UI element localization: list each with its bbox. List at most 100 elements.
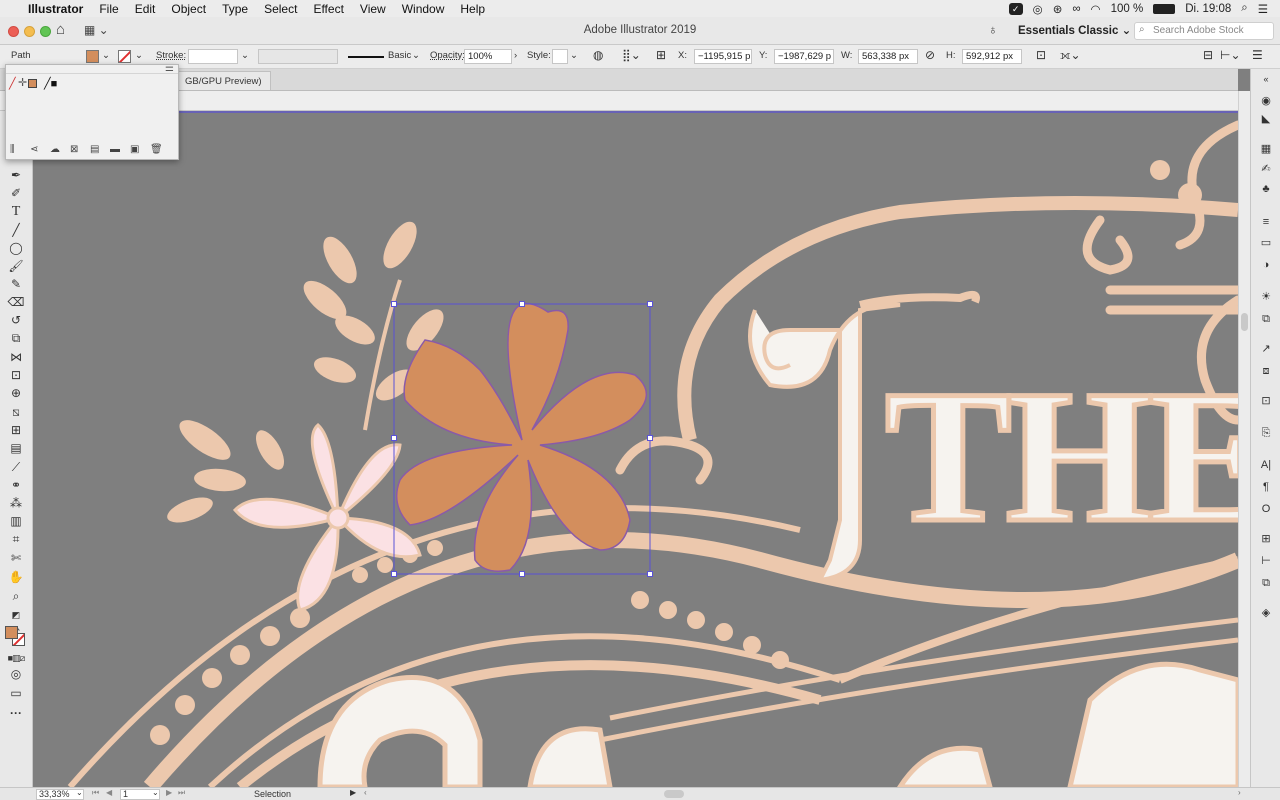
brush-library-arrow-icon[interactable]: ⋖ xyxy=(30,144,38,155)
style-dropdown-icon[interactable]: ⌄ xyxy=(570,50,578,61)
perspective-grid-tool-icon[interactable]: ⧅ xyxy=(7,404,25,420)
expand-dock-icon[interactable]: « xyxy=(1258,71,1274,87)
brush-options-icon[interactable]: ▤ xyxy=(90,144,99,155)
constrain-proportions-icon[interactable]: ⊘ xyxy=(925,48,935,62)
style-label[interactable]: Style: xyxy=(527,50,551,61)
current-tool-display[interactable]: Selection xyxy=(254,789,291,799)
width-field[interactable]: 563,338 px xyxy=(858,49,918,64)
stroke-label[interactable]: Stroke: xyxy=(156,50,186,61)
paintbrush-tool-icon[interactable]: 🖌 xyxy=(7,258,25,274)
paragraph-icon[interactable]: ¶ xyxy=(1258,479,1274,495)
default-fill-stroke-icon[interactable]: ◩ ↶ xyxy=(7,607,25,636)
brush-none-icon[interactable]: ╱ xyxy=(9,77,16,90)
stroke-weight-field[interactable] xyxy=(188,49,238,64)
menu-select[interactable]: Select xyxy=(256,2,305,16)
eraser-tool-icon[interactable]: ⌫ xyxy=(7,294,25,310)
first-artboard-icon[interactable]: ⏮ xyxy=(92,788,99,798)
transform-panel-icon[interactable]: ⊡ xyxy=(1258,393,1274,409)
creative-cloud-icon[interactable]: ◎ xyxy=(1033,2,1043,16)
scroll-left-icon[interactable]: ‹ xyxy=(364,788,367,797)
delete-brush-icon[interactable]: 🗑 xyxy=(150,144,163,155)
horizontal-ruler[interactable] xyxy=(0,91,1238,111)
panel-arrange-icon[interactable]: ⊟ xyxy=(1203,48,1213,62)
stroke-weight-dropdown-icon[interactable]: ⌄ xyxy=(241,50,249,61)
checkmark-status-icon[interactable]: ✓ xyxy=(1008,2,1023,15)
y-label[interactable]: Y: xyxy=(759,50,767,61)
new-folder-icon[interactable]: ▬ xyxy=(110,144,120,155)
align-dock-icon[interactable]: ⊢ xyxy=(1258,553,1274,569)
recolor-artwork-icon[interactable]: ◍ xyxy=(593,48,603,62)
remove-brush-stroke-icon[interactable]: ⊠ xyxy=(70,144,78,155)
notification-center-icon[interactable]: ☰ xyxy=(1258,2,1268,16)
opentype-icon[interactable]: O xyxy=(1258,501,1274,517)
previous-artboard-icon[interactable]: ◀ xyxy=(106,788,112,797)
stroke-swatch[interactable] xyxy=(118,50,131,63)
line-tool-icon[interactable]: ╱ xyxy=(7,222,25,238)
spotlight-icon[interactable]: ⌕ xyxy=(1241,2,1247,15)
last-artboard-icon[interactable]: ⏭ xyxy=(178,788,185,798)
vertical-scrollbar[interactable] xyxy=(1238,91,1250,787)
next-artboard-icon[interactable]: ▶ xyxy=(166,788,172,797)
brush-blob-icon[interactable]: ✛ xyxy=(18,76,27,89)
brushes-icon[interactable]: ✍ xyxy=(1258,161,1274,177)
horizontal-scroll-thumb[interactable] xyxy=(664,790,684,798)
type-tool-icon[interactable]: T xyxy=(7,204,25,220)
shaper-tool-icon[interactable]: ✎ xyxy=(7,276,25,292)
menu-edit[interactable]: Edit xyxy=(127,2,164,16)
symbol-sprayer-tool-icon[interactable]: ⁂ xyxy=(7,495,25,511)
reference-point-icon[interactable]: ⊞ xyxy=(656,48,666,62)
gradient-icon[interactable]: ▭ xyxy=(1258,235,1274,251)
wifi-icon[interactable]: ◠ xyxy=(1091,2,1101,16)
rotate-tool-icon[interactable]: ↺ xyxy=(7,312,25,328)
vertical-scroll-thumb[interactable] xyxy=(1241,313,1248,331)
scale-tool-icon[interactable]: ⧉ xyxy=(7,330,25,346)
stroke-panel-icon[interactable]: ≡ xyxy=(1258,214,1274,230)
width-tool-icon[interactable]: ⋈ xyxy=(7,349,25,365)
app-menu[interactable]: Illustrator xyxy=(20,2,91,16)
swatches-icon[interactable]: ▦ xyxy=(1258,141,1274,157)
fill-swatch[interactable] xyxy=(86,50,99,63)
pen-tool-icon[interactable]: ✒ xyxy=(7,167,25,183)
menu-type[interactable]: Type xyxy=(214,2,256,16)
link-icon[interactable]: ∞ xyxy=(1072,3,1080,15)
pathfinder-icon[interactable]: ⧉ xyxy=(1258,575,1274,591)
menu-view[interactable]: View xyxy=(352,2,394,16)
fill-color-box[interactable] xyxy=(5,626,18,639)
menu-file[interactable]: File xyxy=(91,2,126,16)
color-guide-icon[interactable]: ◉ xyxy=(1258,93,1274,109)
screen-mode-icon[interactable]: ▭ xyxy=(7,685,25,701)
opacity-label[interactable]: Opacity: xyxy=(430,50,465,61)
column-graph-tool-icon[interactable]: ▥ xyxy=(7,513,25,529)
character-icon[interactable]: A| xyxy=(1258,457,1274,473)
y-position-field[interactable]: −1987,629 p xyxy=(774,49,834,64)
status-menu-icon[interactable]: ▶ xyxy=(350,788,356,797)
gradient-tool-icon[interactable]: ▤ xyxy=(7,440,25,456)
transform-icon[interactable]: ⊡ xyxy=(1036,48,1046,62)
brush-fill-swatch[interactable] xyxy=(28,79,37,88)
curvature-tool-icon[interactable]: ✐ xyxy=(7,185,25,201)
menu-object[interactable]: Object xyxy=(163,2,214,16)
export-icon[interactable]: ↗ xyxy=(1258,341,1274,357)
transparency-icon[interactable]: ◑ xyxy=(1258,257,1274,273)
mesh-tool-icon[interactable]: ⊞ xyxy=(7,422,25,438)
artboard-dropdown-icon[interactable]: ⌄ xyxy=(152,788,159,797)
artboard-canvas[interactable]: THE xyxy=(33,111,1238,787)
workspace-switcher[interactable]: Essentials Classic ⌄ xyxy=(1010,21,1139,41)
control-panel-menu-icon[interactable]: ☰ xyxy=(1252,48,1263,62)
cloud-library-icon[interactable]: ☁ xyxy=(50,144,60,155)
isolate-icon[interactable]: ⟗⌄ xyxy=(1060,48,1081,63)
align-icon[interactable]: ⣿⌄ xyxy=(622,48,641,62)
gradient-panel-icon[interactable]: ◣ xyxy=(1258,111,1274,127)
free-transform-tool-icon[interactable]: ⊡ xyxy=(7,367,25,383)
menu-window[interactable]: Window xyxy=(394,2,453,16)
brush-dropdown-icon[interactable]: ⌄ xyxy=(412,50,420,61)
brush-list[interactable]: ╱ ✛ ╱■ xyxy=(6,73,178,139)
appearance-icon[interactable]: ☀ xyxy=(1258,289,1274,305)
w-label[interactable]: W: xyxy=(841,50,852,61)
sync-icon[interactable]: ⊛ xyxy=(1053,2,1063,16)
drawing-mode-icon[interactable]: ◎ xyxy=(7,666,25,682)
x-position-field[interactable]: −1195,915 p xyxy=(694,49,752,64)
shape-builder-tool-icon[interactable]: ⊕ xyxy=(7,385,25,401)
fill-dropdown-icon[interactable]: ⌄ xyxy=(102,50,110,61)
scroll-right-icon[interactable]: › xyxy=(1238,788,1241,797)
